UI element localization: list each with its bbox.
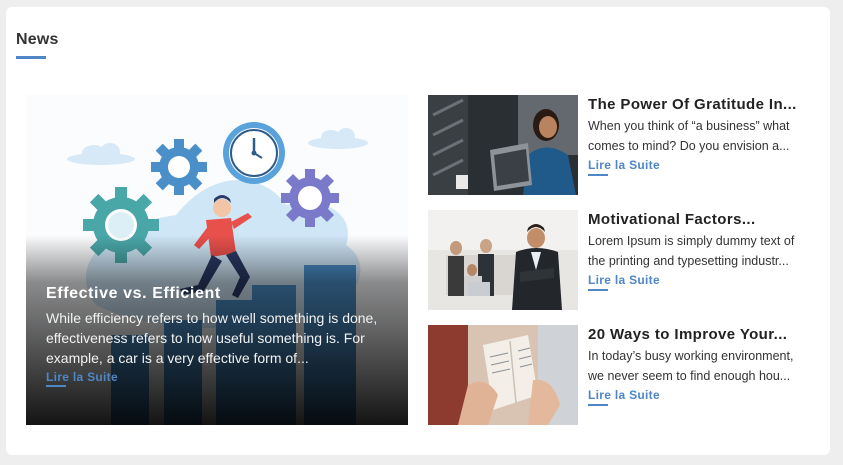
excerpt-line: the printing and typesetting industr...	[588, 254, 789, 268]
notebook-hands-image	[428, 325, 578, 425]
excerpt-line: In today’s busy working environment,	[588, 349, 794, 363]
section-title: News	[16, 31, 59, 48]
article-body: The Power Of Gratitude In... When you th…	[588, 95, 814, 176]
article-title[interactable]: The Power Of Gratitude In...	[588, 96, 814, 113]
article-excerpt: Lorem Ipsum is simply dummy text of the …	[588, 231, 814, 271]
featured-read-more-link[interactable]: Lire la Suite	[46, 370, 118, 387]
businesswoman-laptop-image	[428, 95, 578, 195]
article-excerpt: When you think of “a business” what come…	[588, 116, 814, 156]
list-item[interactable]: Motivational Factors... Lorem Ipsum is s…	[428, 210, 828, 310]
news-card: News Effective vs. Efficient While effic…	[6, 7, 830, 455]
featured-excerpt: While efficiency refers to how well some…	[46, 310, 378, 366]
excerpt-line: we never seem to find enough hou...	[588, 369, 791, 383]
article-title[interactable]: Motivational Factors...	[588, 211, 814, 228]
article-body: Motivational Factors... Lorem Ipsum is s…	[588, 210, 814, 291]
featured-article[interactable]: Effective vs. Efficient While efficiency…	[26, 95, 408, 425]
article-thumbnail[interactable]	[428, 210, 578, 310]
featured-title[interactable]: Effective vs. Efficient	[46, 285, 390, 303]
excerpt-line: When you think of “a business” what	[588, 119, 790, 133]
business-team-image	[428, 210, 578, 310]
article-body: 20 Ways to Improve Your... In today’s bu…	[588, 325, 814, 406]
list-item[interactable]: 20 Ways to Improve Your... In today’s bu…	[428, 325, 828, 425]
read-more-link[interactable]: Lire la Suite	[588, 158, 660, 176]
read-more-link[interactable]: Lire la Suite	[588, 273, 660, 291]
excerpt-line: comes to mind? Do you envision a...	[588, 139, 790, 153]
excerpt-line: Lorem Ipsum is simply dummy text of	[588, 234, 795, 248]
list-item[interactable]: The Power Of Gratitude In... When you th…	[428, 95, 828, 195]
featured-text: Effective vs. Efficient While efficiency…	[46, 285, 390, 387]
article-title[interactable]: 20 Ways to Improve Your...	[588, 326, 814, 343]
read-more-link[interactable]: Lire la Suite	[588, 388, 660, 406]
article-thumbnail[interactable]	[428, 95, 578, 195]
title-underline	[16, 56, 46, 59]
article-thumbnail[interactable]	[428, 325, 578, 425]
article-excerpt: In today’s busy working environment, we …	[588, 346, 814, 386]
